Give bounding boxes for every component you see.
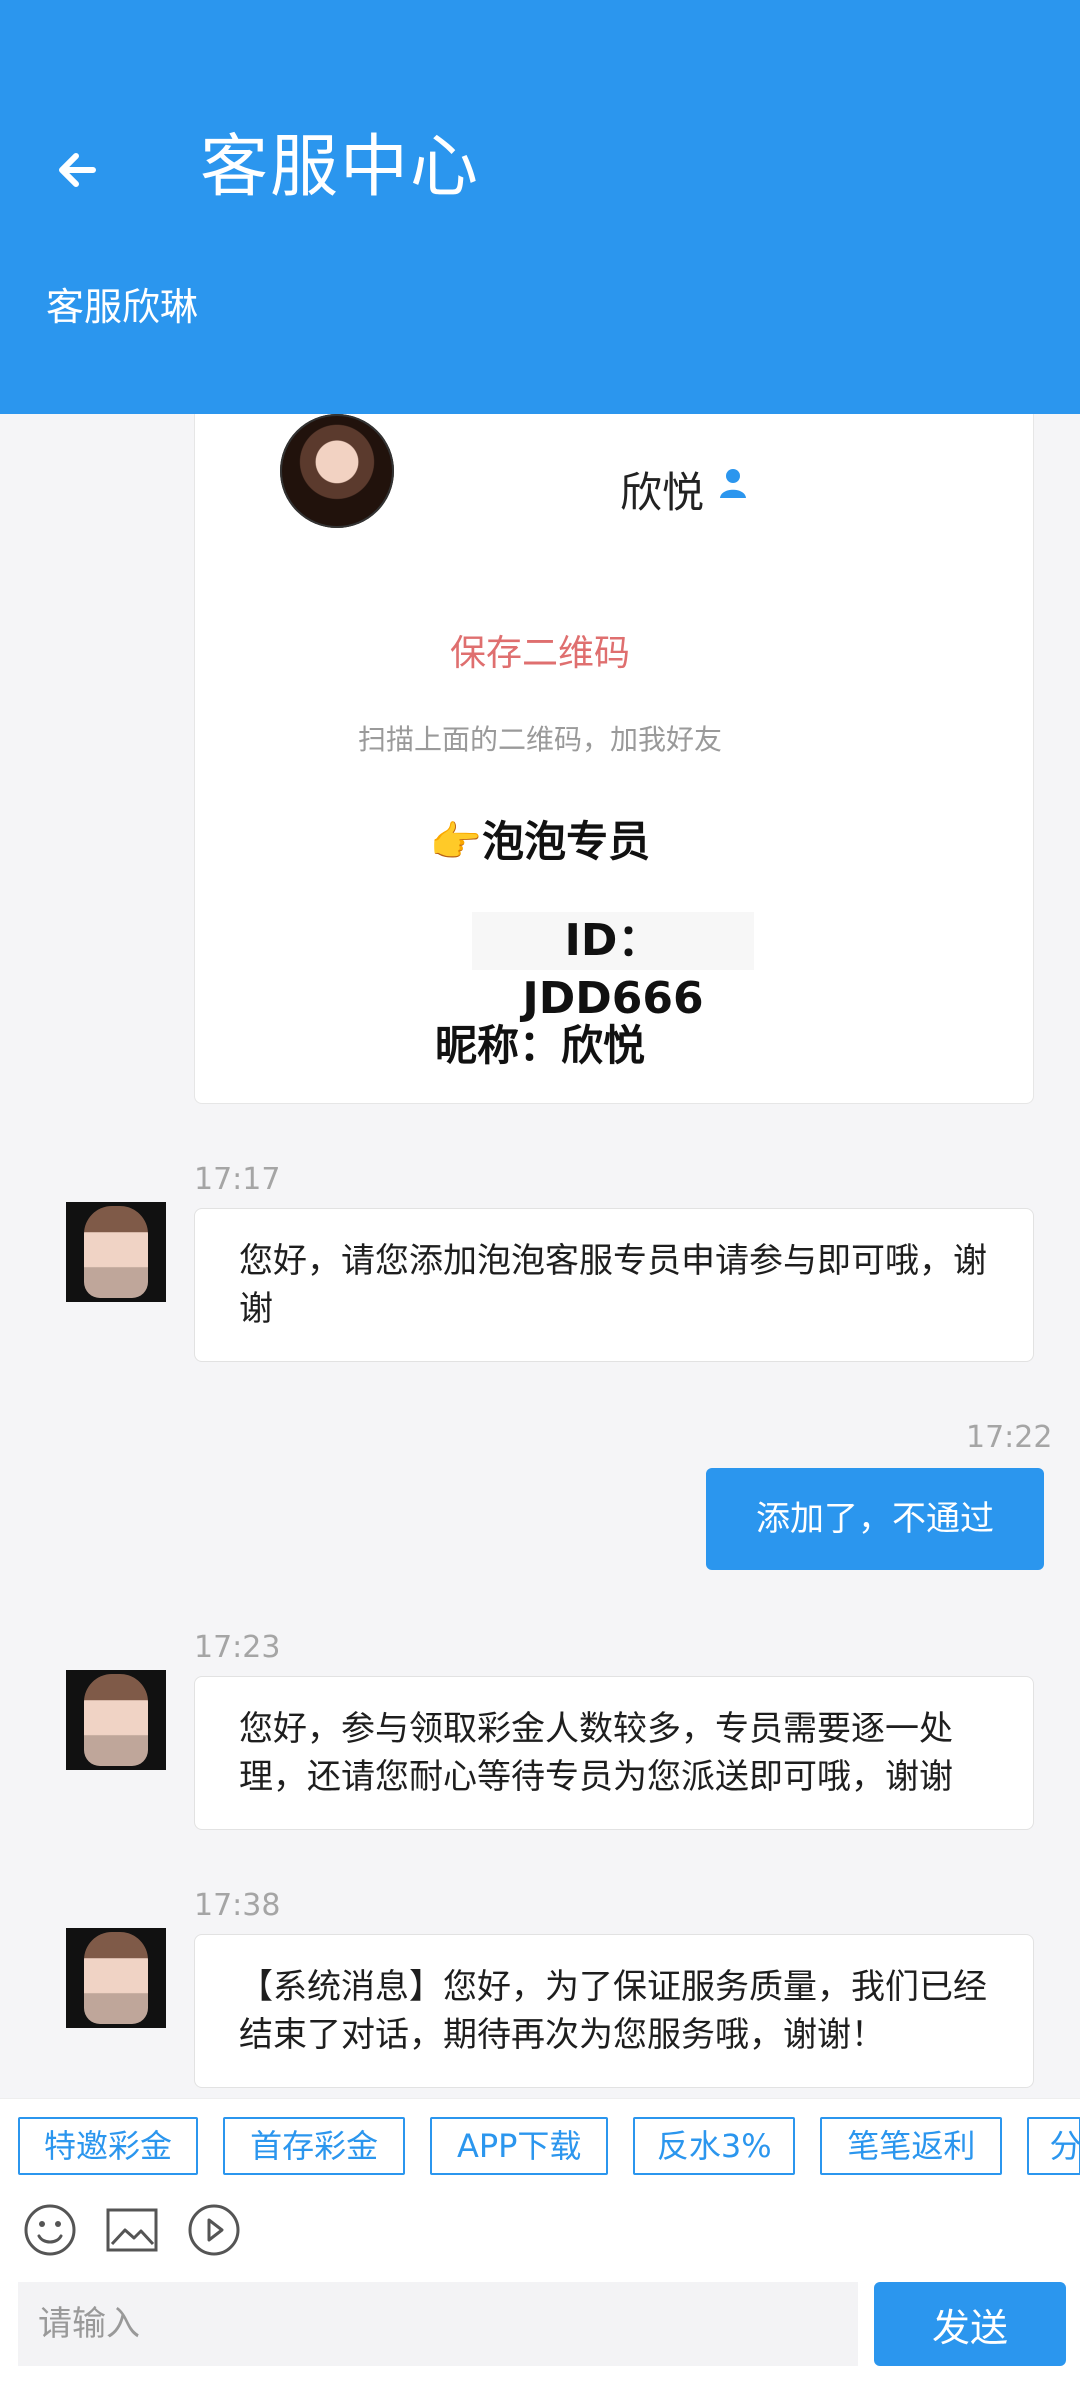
emoji-icon[interactable] [22,2202,78,2258]
avatar-face [84,1206,148,1298]
avatar-face [84,1932,148,2024]
message-bubble: 您好，请您添加泡泡客服专员申请参与即可哦，谢谢 [194,1208,1034,1362]
video-play-icon[interactable] [186,2202,242,2258]
specialist-title: 👉泡泡专员 [429,817,651,866]
outgoing-message-bubble: 添加了，不通过 [706,1468,1044,1570]
quick-tag[interactable]: APP下载 [430,2117,609,2175]
quick-tag[interactable]: 特邀彩金 [18,2117,198,2175]
quick-tag[interactable]: 笔笔返利 [820,2117,1003,2175]
agent-avatar [66,1202,166,1302]
message-time: 17:17 [194,1162,281,1197]
message-time: 17:22 [966,1420,1053,1455]
avatar-face [84,1674,148,1766]
save-qr-link[interactable]: 保存二维码 [0,624,1080,676]
message-bubble: 【系统消息】您好，为了保证服务质量，我们已经结束了对话，期待再次为您服务哦，谢谢… [194,1934,1034,2088]
quick-tag[interactable]: 分 [1027,2117,1080,2175]
quick-tag[interactable]: 首存彩金 [223,2117,406,2175]
scan-instruction: 扫描上面的二维码，加我好友 [357,723,722,756]
back-arrow-icon[interactable] [48,140,108,200]
quick-tag[interactable]: 反水3% [633,2117,796,2175]
agent-avatar [66,1928,166,2028]
specialist-id: ID： JDD666 [472,912,754,1024]
app-header: 客服中心 客服欣琳 [0,0,1080,414]
person-icon [720,469,746,498]
profile-name: 欣悦 [620,468,705,517]
quick-tag-row: 特邀彩金 首存彩金 APP下载 反水3% 笔笔返利 分 [18,2117,1080,2179]
agent-name: 客服欣琳 [46,285,199,329]
send-button[interactable]: 发送 [874,2282,1066,2366]
profile-avatar [280,414,394,528]
image-icon[interactable] [104,2202,160,2258]
message-input[interactable] [18,2282,858,2366]
specialist-nickname: 昵称：欣悦 [434,1021,645,1070]
message-bubble: 您好，参与领取彩金人数较多，专员需要逐一处理，还请您耐心等待专员为您派送即可哦，… [194,1676,1034,1830]
agent-avatar [66,1670,166,1770]
message-time: 17:23 [194,1630,281,1665]
message-time: 17:38 [194,1888,281,1923]
page-title: 客服中心 [200,128,481,207]
